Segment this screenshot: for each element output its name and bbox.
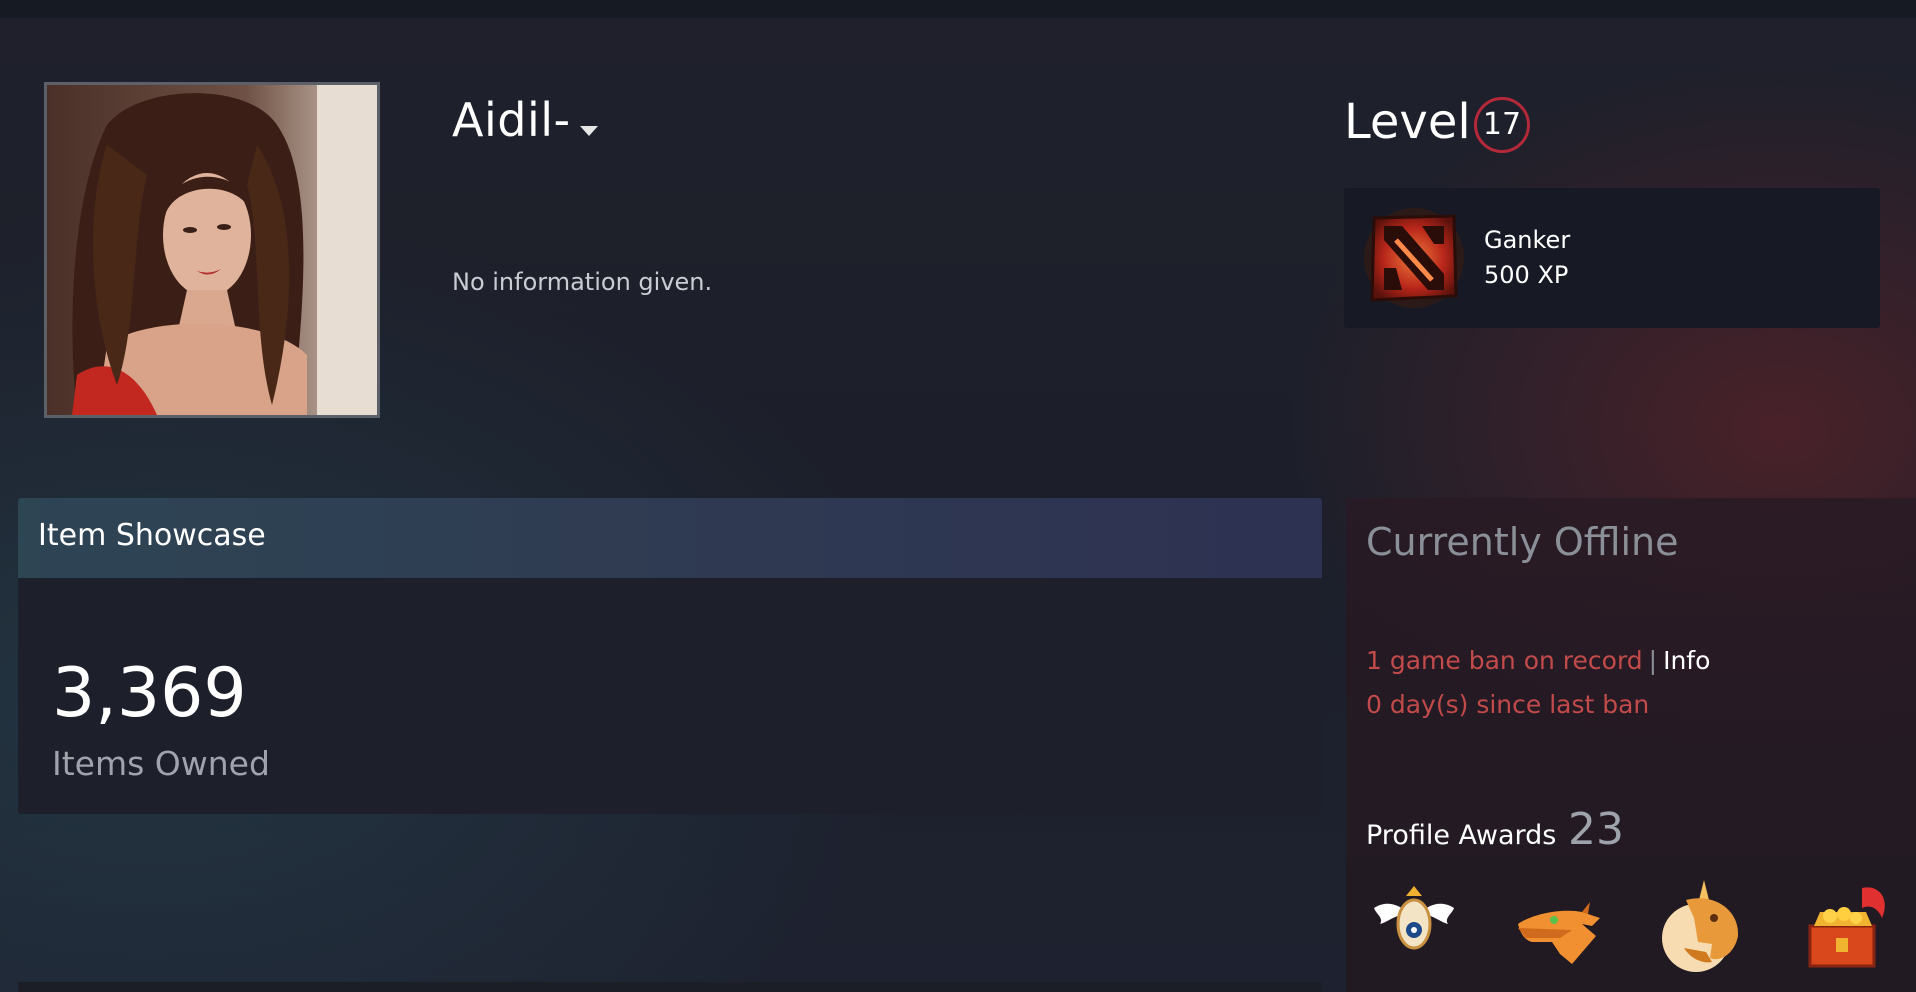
right-column: Currently Offline 1 game ban on record | I… [1346, 498, 1916, 992]
badge-xp: 500 XP [1484, 261, 1569, 289]
level-label: Level [1344, 94, 1471, 150]
items-owned-label: Items Owned [52, 744, 270, 783]
showcase-title: Item Showcase [38, 518, 266, 553]
dota2-badge-icon [1362, 204, 1466, 312]
dragon-head-award-icon[interactable] [1512, 878, 1608, 974]
featured-badge[interactable]: Ganker 500 XP [1344, 188, 1880, 328]
ban-count-text: 1 game ban on record [1366, 646, 1643, 675]
ban-status: 1 game ban on record | Info [1366, 646, 1710, 675]
ban-separator: | [1648, 646, 1658, 675]
top-bar [0, 0, 1916, 18]
winged-steam-award-icon[interactable] [1366, 878, 1462, 974]
profile-awards-label[interactable]: Profile Awards [1366, 820, 1556, 851]
item-showcase: Item Showcase 3,369 Items Owned [18, 498, 1322, 814]
days-since-ban: 0 day(s) since last ban [1366, 690, 1650, 719]
unicorn-award-icon[interactable] [1656, 878, 1752, 974]
profile-summary: No information given. [452, 268, 713, 296]
showcase-header: Item Showcase [18, 498, 1322, 578]
chevron-down-icon[interactable] [580, 126, 598, 136]
ban-info-link[interactable]: Info [1663, 646, 1710, 675]
next-section-edge [18, 982, 1322, 992]
online-status: Currently Offline [1366, 520, 1679, 564]
avatar[interactable] [44, 82, 380, 418]
profile-awards-count[interactable]: 23 [1568, 804, 1624, 855]
treasure-chest-award-icon[interactable] [1800, 878, 1896, 974]
persona-name: Aidil- [452, 93, 571, 147]
items-owned-count[interactable]: 3,369 [52, 654, 247, 734]
badge-name: Ganker [1484, 226, 1571, 254]
level-badge[interactable]: 17 [1474, 97, 1530, 153]
